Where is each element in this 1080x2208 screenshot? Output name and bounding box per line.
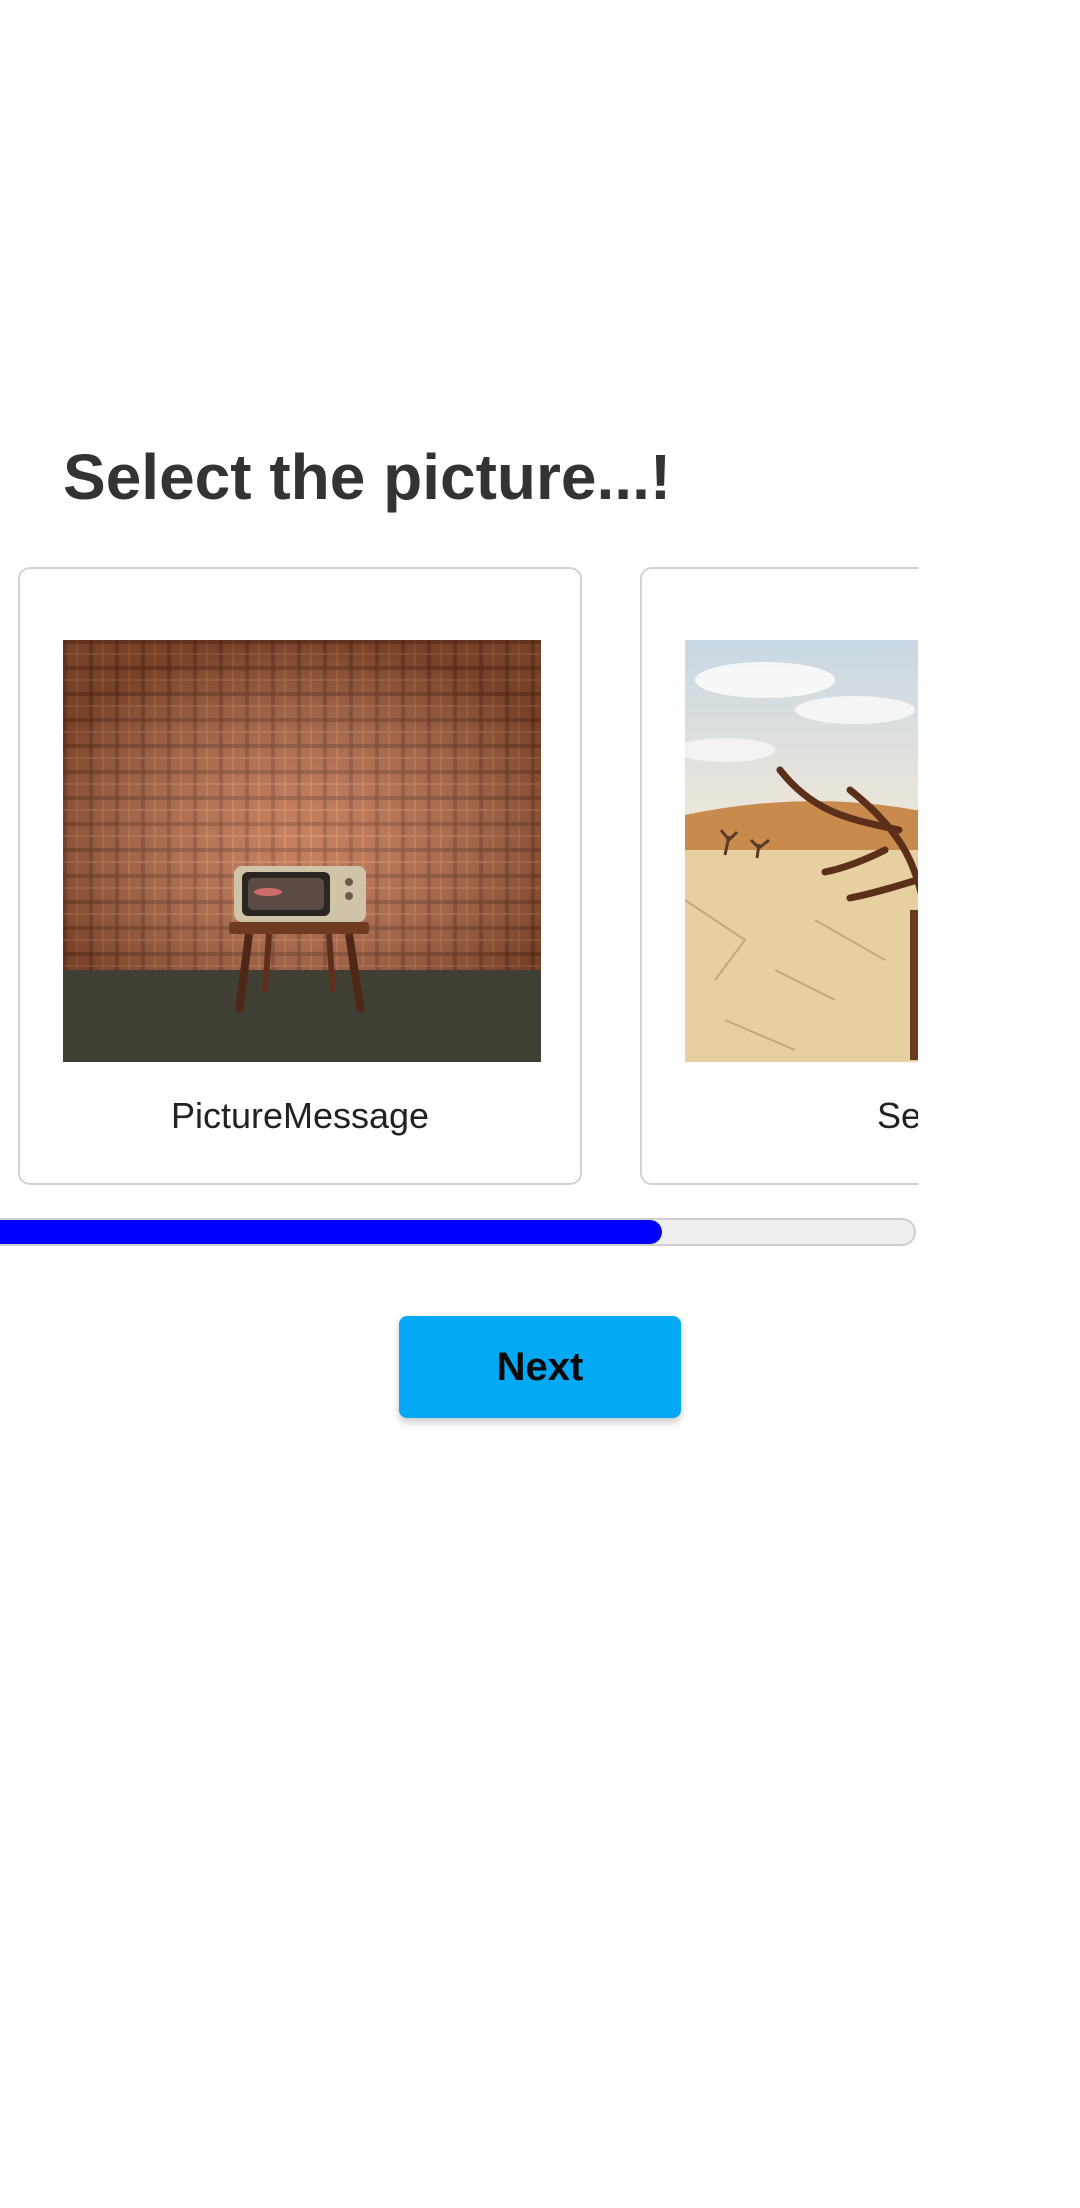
desert-tree-image bbox=[685, 640, 918, 1062]
app-viewport: Select the picture...! PictureMessage Se… bbox=[0, 0, 918, 2208]
progress-bar bbox=[0, 1218, 916, 1246]
retro-tv-image bbox=[63, 640, 541, 1062]
picture-card-1[interactable]: PictureMessage bbox=[18, 567, 582, 1185]
picture-carousel[interactable]: PictureMessage Se bbox=[18, 567, 918, 1189]
page-title: Select the picture...! bbox=[63, 441, 672, 513]
picture-card-label: Selec bbox=[876, 1095, 918, 1136]
picture-card-label: PictureMessage bbox=[170, 1095, 430, 1136]
picture-card-2[interactable]: Selec bbox=[640, 567, 918, 1185]
progress-fill bbox=[0, 1220, 663, 1244]
next-button[interactable]: Next bbox=[399, 1316, 681, 1418]
